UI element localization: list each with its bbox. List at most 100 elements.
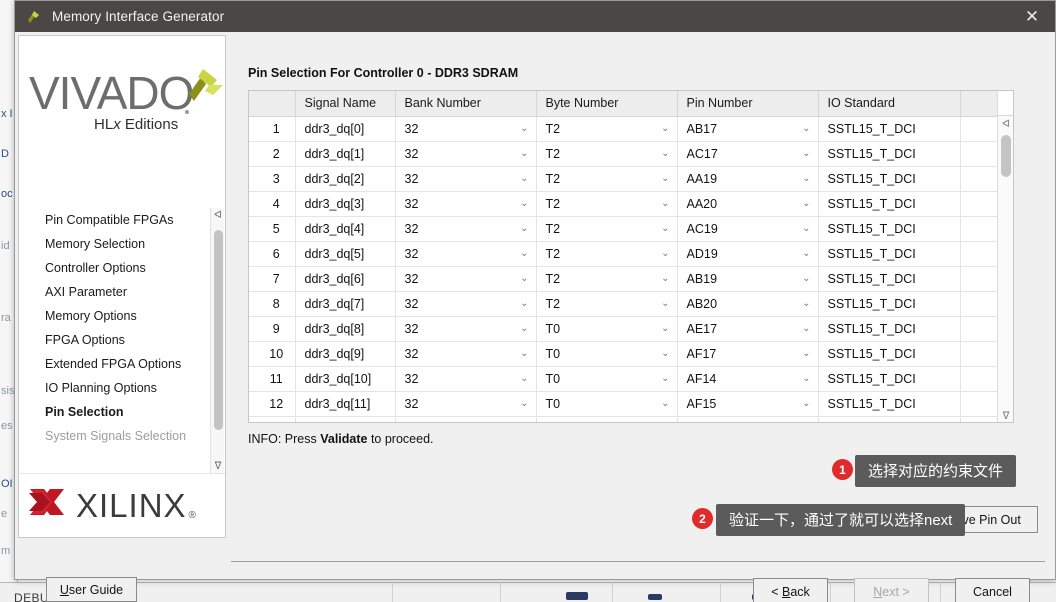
cancel-button[interactable]: Cancel [955,578,1030,602]
cell-bank-number[interactable]: 32⌄ [395,166,537,192]
cell-byte-number[interactable]: T2 ⌄ [536,191,678,217]
column-header-bank-number[interactable]: Bank Number [395,91,537,117]
chevron-down-icon[interactable]: ⌄ [661,298,669,309]
cell-bank-number[interactable]: 32⌄ [395,266,537,292]
chevron-down-icon[interactable]: ⌄ [802,248,810,259]
table-row[interactable]: 3 ddr3_dq[2] 32 ⌄ T2 ⌄ AA19 ⌄ SSTL15_T_DCI [249,166,1013,192]
column-header-index[interactable] [249,91,296,117]
chevron-down-icon[interactable]: ⌄ [802,198,810,209]
chevron-down-icon[interactable]: ⌄ [802,323,810,334]
column-header-signal-name[interactable]: Signal Name [295,91,396,117]
cell-pin-number[interactable]: AE17 ⌄ [677,316,819,342]
chevron-down-icon[interactable]: ⌄ [520,198,528,209]
dialog-titlebar[interactable]: Memory Interface Generator ✕ [15,1,1055,32]
table-row[interactable]: 10 ddr3_dq[9] 32 ⌄ T0 ⌄ AF17 ⌄ SSTL15_T_DCI [249,341,1013,367]
column-header-io-standard[interactable]: IO Standard [818,91,961,117]
chevron-down-icon[interactable]: ⌄ [520,248,528,259]
sidebar-item-memory-options[interactable]: Memory Options [19,304,225,328]
cell-byte-number[interactable]: T2 ⌄ [536,116,678,142]
table-row[interactable]: 2 ddr3_dq[1] 32 ⌄ T2 ⌄ AC17 ⌄ SSTL15_T_DCI [249,141,1013,167]
cell-bank-number[interactable]: 32⌄ [395,341,537,367]
chevron-down-icon[interactable]: ⌄ [520,173,528,184]
sidebar-item-controller-options[interactable]: Controller Options [19,256,225,280]
cell-pin-number[interactable]: AD19 ⌄ [677,241,819,267]
chevron-down-icon[interactable]: ⌄ [661,123,669,134]
cell-bank-number[interactable]: 32⌄ [395,316,537,342]
sidebar-item-io-planning-options[interactable]: IO Planning Options [19,376,225,400]
chevron-down-icon[interactable]: ⌄ [520,398,528,409]
chevron-up-icon[interactable]: ᐊ [998,117,1013,132]
cell-pin-number[interactable]: AF14 ⌄ [677,366,819,392]
chevron-down-icon[interactable]: ⌄ [520,348,528,359]
table-row[interactable]: 1 ddr3_dq[0] 32 ⌄ T2 ⌄ AB17 ⌄ SSTL15_T_DCI [249,116,1013,142]
chevron-down-icon[interactable]: ⌄ [520,273,528,284]
sidebar-item-axi-parameter[interactable]: AXI Parameter [19,280,225,304]
close-icon[interactable]: ✕ [1009,1,1055,32]
chevron-down-icon[interactable]: ⌄ [661,273,669,284]
sidebar-item-fpga-options[interactable]: FPGA Options [19,328,225,352]
table-row[interactable]: 11 ddr3_dq[10] 32 ⌄ T0 ⌄ AF14 ⌄ SSTL15_T_DCI [249,366,1013,392]
cell-pin-number[interactable]: AD15⌄ [677,416,819,422]
chevron-down-icon[interactable]: ⌄ [802,273,810,284]
cell-bank-number[interactable]: 32⌄ [395,116,537,142]
chevron-down-icon[interactable]: ⌄ [802,173,810,184]
chevron-down-icon[interactable]: ⌄ [802,223,810,234]
table-row[interactable]: 13 ddr3_dq[12] 32⌄T0⌄AD15⌄ SSTL15_T_DCI [249,416,1013,422]
cell-pin-number[interactable]: AA19 ⌄ [677,166,819,192]
chevron-down-icon[interactable]: ⌄ [661,173,669,184]
chevron-down-icon[interactable]: ⌄ [661,323,669,334]
chevron-down-icon[interactable]: ⌄ [661,248,669,259]
chevron-down-icon[interactable]: ⌄ [520,223,528,234]
cell-pin-number[interactable]: AA20 ⌄ [677,191,819,217]
sidebar-item-extended-fpga-options[interactable]: Extended FPGA Options [19,352,225,376]
cell-byte-number[interactable]: T2 ⌄ [536,141,678,167]
table-row[interactable]: 6 ddr3_dq[5] 32 ⌄ T2 ⌄ AD19 ⌄ SSTL15_T_DCI [249,241,1013,267]
table-row[interactable]: 5 ddr3_dq[4] 32 ⌄ T2 ⌄ AC19 ⌄ SSTL15_T_DCI [249,216,1013,242]
table-scroll-thumb[interactable] [1001,135,1011,177]
sidebar-scrollbar[interactable]: ᐊ ᐁ [210,208,224,473]
cell-bank-number[interactable]: 32⌄ [395,216,537,242]
cell-byte-number[interactable]: T0 ⌄ [536,341,678,367]
chevron-down-icon[interactable]: ⌄ [661,198,669,209]
cell-byte-number[interactable]: T0 ⌄ [536,316,678,342]
cell-bank-number[interactable]: 32⌄ [395,191,537,217]
chevron-down-icon[interactable]: ⌄ [520,298,528,309]
user-guide-button[interactable]: User Guide [46,577,137,602]
cell-byte-number[interactable]: T2 ⌄ [536,266,678,292]
chevron-down-icon[interactable]: ᐁ [998,409,1013,422]
cell-pin-number[interactable]: AC17 ⌄ [677,141,819,167]
cell-byte-number[interactable]: T0 ⌄ [536,366,678,392]
chevron-down-icon[interactable]: ⌄ [661,223,669,234]
chevron-up-icon[interactable]: ᐊ [211,208,225,222]
chevron-down-icon[interactable]: ⌄ [661,373,669,384]
table-row[interactable]: 9 ddr3_dq[8] 32 ⌄ T0 ⌄ AE17 ⌄ SSTL15_T_DCI [249,316,1013,342]
chevron-down-icon[interactable]: ⌄ [520,148,528,159]
chevron-down-icon[interactable]: ⌄ [661,348,669,359]
cell-bank-number[interactable]: 32⌄ [395,366,537,392]
table-row[interactable]: 8 ddr3_dq[7] 32 ⌄ T2 ⌄ AB20 ⌄ SSTL15_T_DCI [249,291,1013,317]
cell-byte-number[interactable]: T2 ⌄ [536,241,678,267]
sidebar-item-memory-selection[interactable]: Memory Selection [19,232,225,256]
table-scrollbar[interactable]: ᐊ ᐁ [997,91,1013,422]
table-row[interactable]: 12 ddr3_dq[11] 32 ⌄ T0 ⌄ AF15 ⌄ SSTL15_T_DCI [249,391,1013,417]
chevron-down-icon[interactable]: ⌄ [661,398,669,409]
table-row[interactable]: 4 ddr3_dq[3] 32 ⌄ T2 ⌄ AA20 ⌄ SSTL15_T_DCI [249,191,1013,217]
sidebar-item-pin-selection[interactable]: Pin Selection [19,400,225,424]
cell-pin-number[interactable]: AB20 ⌄ [677,291,819,317]
table-row[interactable]: 7 ddr3_dq[6] 32 ⌄ T2 ⌄ AB19 ⌄ SSTL15_T_DCI [249,266,1013,292]
cell-pin-number[interactable]: AB19 ⌄ [677,266,819,292]
cell-bank-number[interactable]: 32⌄ [395,141,537,167]
chevron-down-icon[interactable]: ⌄ [802,398,810,409]
chevron-down-icon[interactable]: ⌄ [802,348,810,359]
chevron-down-icon[interactable]: ⌄ [802,148,810,159]
back-button[interactable]: < Back [753,578,828,602]
cell-bank-number[interactable]: 32⌄ [395,416,537,422]
cell-byte-number[interactable]: T2 ⌄ [536,166,678,192]
cell-byte-number[interactable]: T0 ⌄ [536,391,678,417]
chevron-down-icon[interactable]: ⌄ [802,373,810,384]
cell-byte-number[interactable]: T2 ⌄ [536,216,678,242]
cell-byte-number[interactable]: T2 ⌄ [536,291,678,317]
cell-pin-number[interactable]: AC19 ⌄ [677,216,819,242]
chevron-down-icon[interactable]: ⌄ [520,373,528,384]
cell-pin-number[interactable]: AF15 ⌄ [677,391,819,417]
